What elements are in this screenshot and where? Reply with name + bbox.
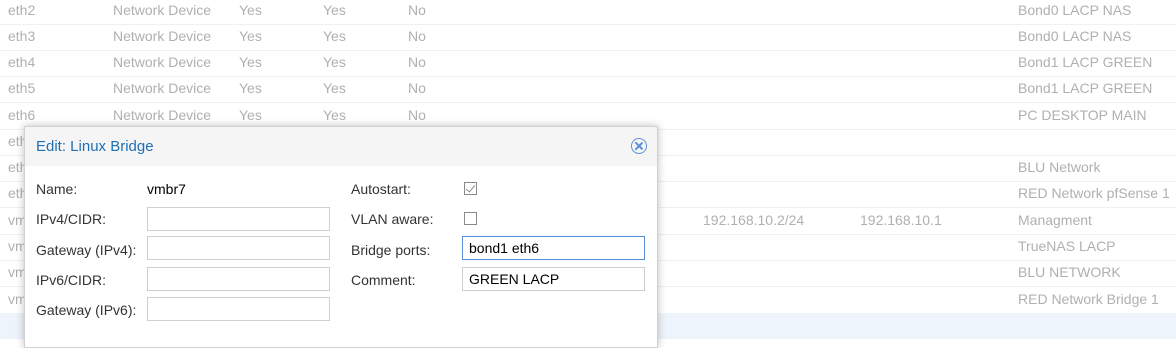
gateway-ipv6-label: Gateway (IPv6): [36, 302, 137, 318]
cell-type: Network Device [113, 54, 212, 70]
cell-type: Network Device [113, 2, 212, 18]
cell-comment: Bond1 LACP GREEN [1018, 54, 1153, 70]
name-label: Name: [36, 181, 78, 197]
cell-active: Yes [239, 2, 262, 18]
vlan-aware-label: VLAN aware: [351, 211, 434, 227]
cell-cidr [703, 24, 843, 50]
dialog-header[interactable]: Edit: Linux Bridge [25, 127, 657, 166]
cell-comment [1018, 129, 1176, 155]
cell-autostart: Yes [323, 2, 346, 18]
cell-gateway [860, 103, 1000, 129]
cell-cidr [703, 103, 843, 129]
cell-comment: RED Network Bridge 1 [1018, 291, 1159, 307]
cell-autostart: Yes [323, 80, 346, 96]
autostart-label: Autostart: [351, 181, 411, 197]
cell-gateway [860, 76, 1000, 102]
autostart-checkbox[interactable] [464, 182, 477, 195]
ipv4-cidr-label: IPv4/CIDR: [36, 211, 107, 227]
comment-input[interactable] [462, 267, 645, 291]
comment-label: Comment: [351, 272, 416, 288]
cell-autostart: Yes [323, 28, 346, 44]
cell-comment: BLU NETWORK [1018, 264, 1121, 280]
close-icon[interactable] [631, 138, 647, 154]
cell-comment: Bond1 LACP GREEN [1018, 80, 1153, 96]
table-row[interactable]: eth2 Network Device Yes Yes No Bond0 LAC… [0, 0, 1176, 25]
ipv6-cidr-input[interactable] [147, 267, 330, 291]
table-row[interactable]: eth5 Network Device Yes Yes No Bond1 LAC… [0, 76, 1176, 103]
cell-gateway: 192.168.10.1 [860, 212, 942, 228]
cell-name: eth3 [8, 28, 36, 44]
cell-comment: Managment [1018, 212, 1092, 228]
cell-comment: Bond0 LACP NAS [1018, 28, 1132, 44]
ipv4-cidr-input[interactable] [147, 207, 330, 231]
cell-comment: Bond0 LACP NAS [1018, 2, 1132, 18]
cell-type: Network Device [113, 28, 212, 44]
cell-comment: TrueNAS LACP [1018, 238, 1116, 254]
bridge-ports-input[interactable] [462, 236, 645, 260]
cell-comment: BLU Network [1018, 159, 1101, 175]
gateway-ipv6-input[interactable] [147, 297, 330, 321]
cell-name: eth5 [8, 80, 36, 96]
vlan-aware-checkbox[interactable] [464, 212, 477, 225]
table-row[interactable]: eth3 Network Device Yes Yes No Bond0 LAC… [0, 24, 1176, 51]
bridge-ports-label: Bridge ports: [351, 242, 431, 258]
gateway-ipv4-label: Gateway (IPv4): [36, 242, 137, 258]
cell-gateway [860, 24, 1000, 50]
cell-vlan-aware: No [408, 80, 426, 96]
cell-vlan-aware: No [408, 2, 426, 18]
cell-active: Yes [239, 28, 262, 44]
cell-name: eth4 [8, 54, 36, 70]
cell-active: Yes [239, 54, 262, 70]
cell-cidr [703, 50, 843, 76]
cell-gateway [860, 50, 1000, 76]
edit-linux-bridge-dialog: Edit: Linux Bridge Name: vmbr7 IPv4/CIDR… [24, 126, 658, 348]
cell-vlan-aware: No [408, 28, 426, 44]
cell-type: Network Device [113, 80, 212, 96]
cell-cidr [703, 0, 843, 24]
cell-name: eth2 [8, 2, 36, 18]
cell-cidr [703, 76, 843, 102]
cell-vlan-aware: No [408, 54, 426, 70]
name-value: vmbr7 [147, 181, 186, 197]
table-row[interactable]: eth4 Network Device Yes Yes No Bond1 LAC… [0, 50, 1176, 77]
cell-comment: PC DESKTOP MAIN [1018, 107, 1147, 123]
dialog-title: Edit: Linux Bridge [36, 138, 154, 155]
ipv6-cidr-label: IPv6/CIDR: [36, 272, 107, 288]
cell-comment: RED Network pfSense 1 [1018, 185, 1170, 201]
gateway-ipv4-input[interactable] [147, 236, 330, 260]
cell-active: Yes [239, 80, 262, 96]
cell-cidr: 192.168.10.2/24 [703, 212, 805, 228]
cell-autostart: Yes [323, 54, 346, 70]
cell-gateway [860, 0, 1000, 24]
